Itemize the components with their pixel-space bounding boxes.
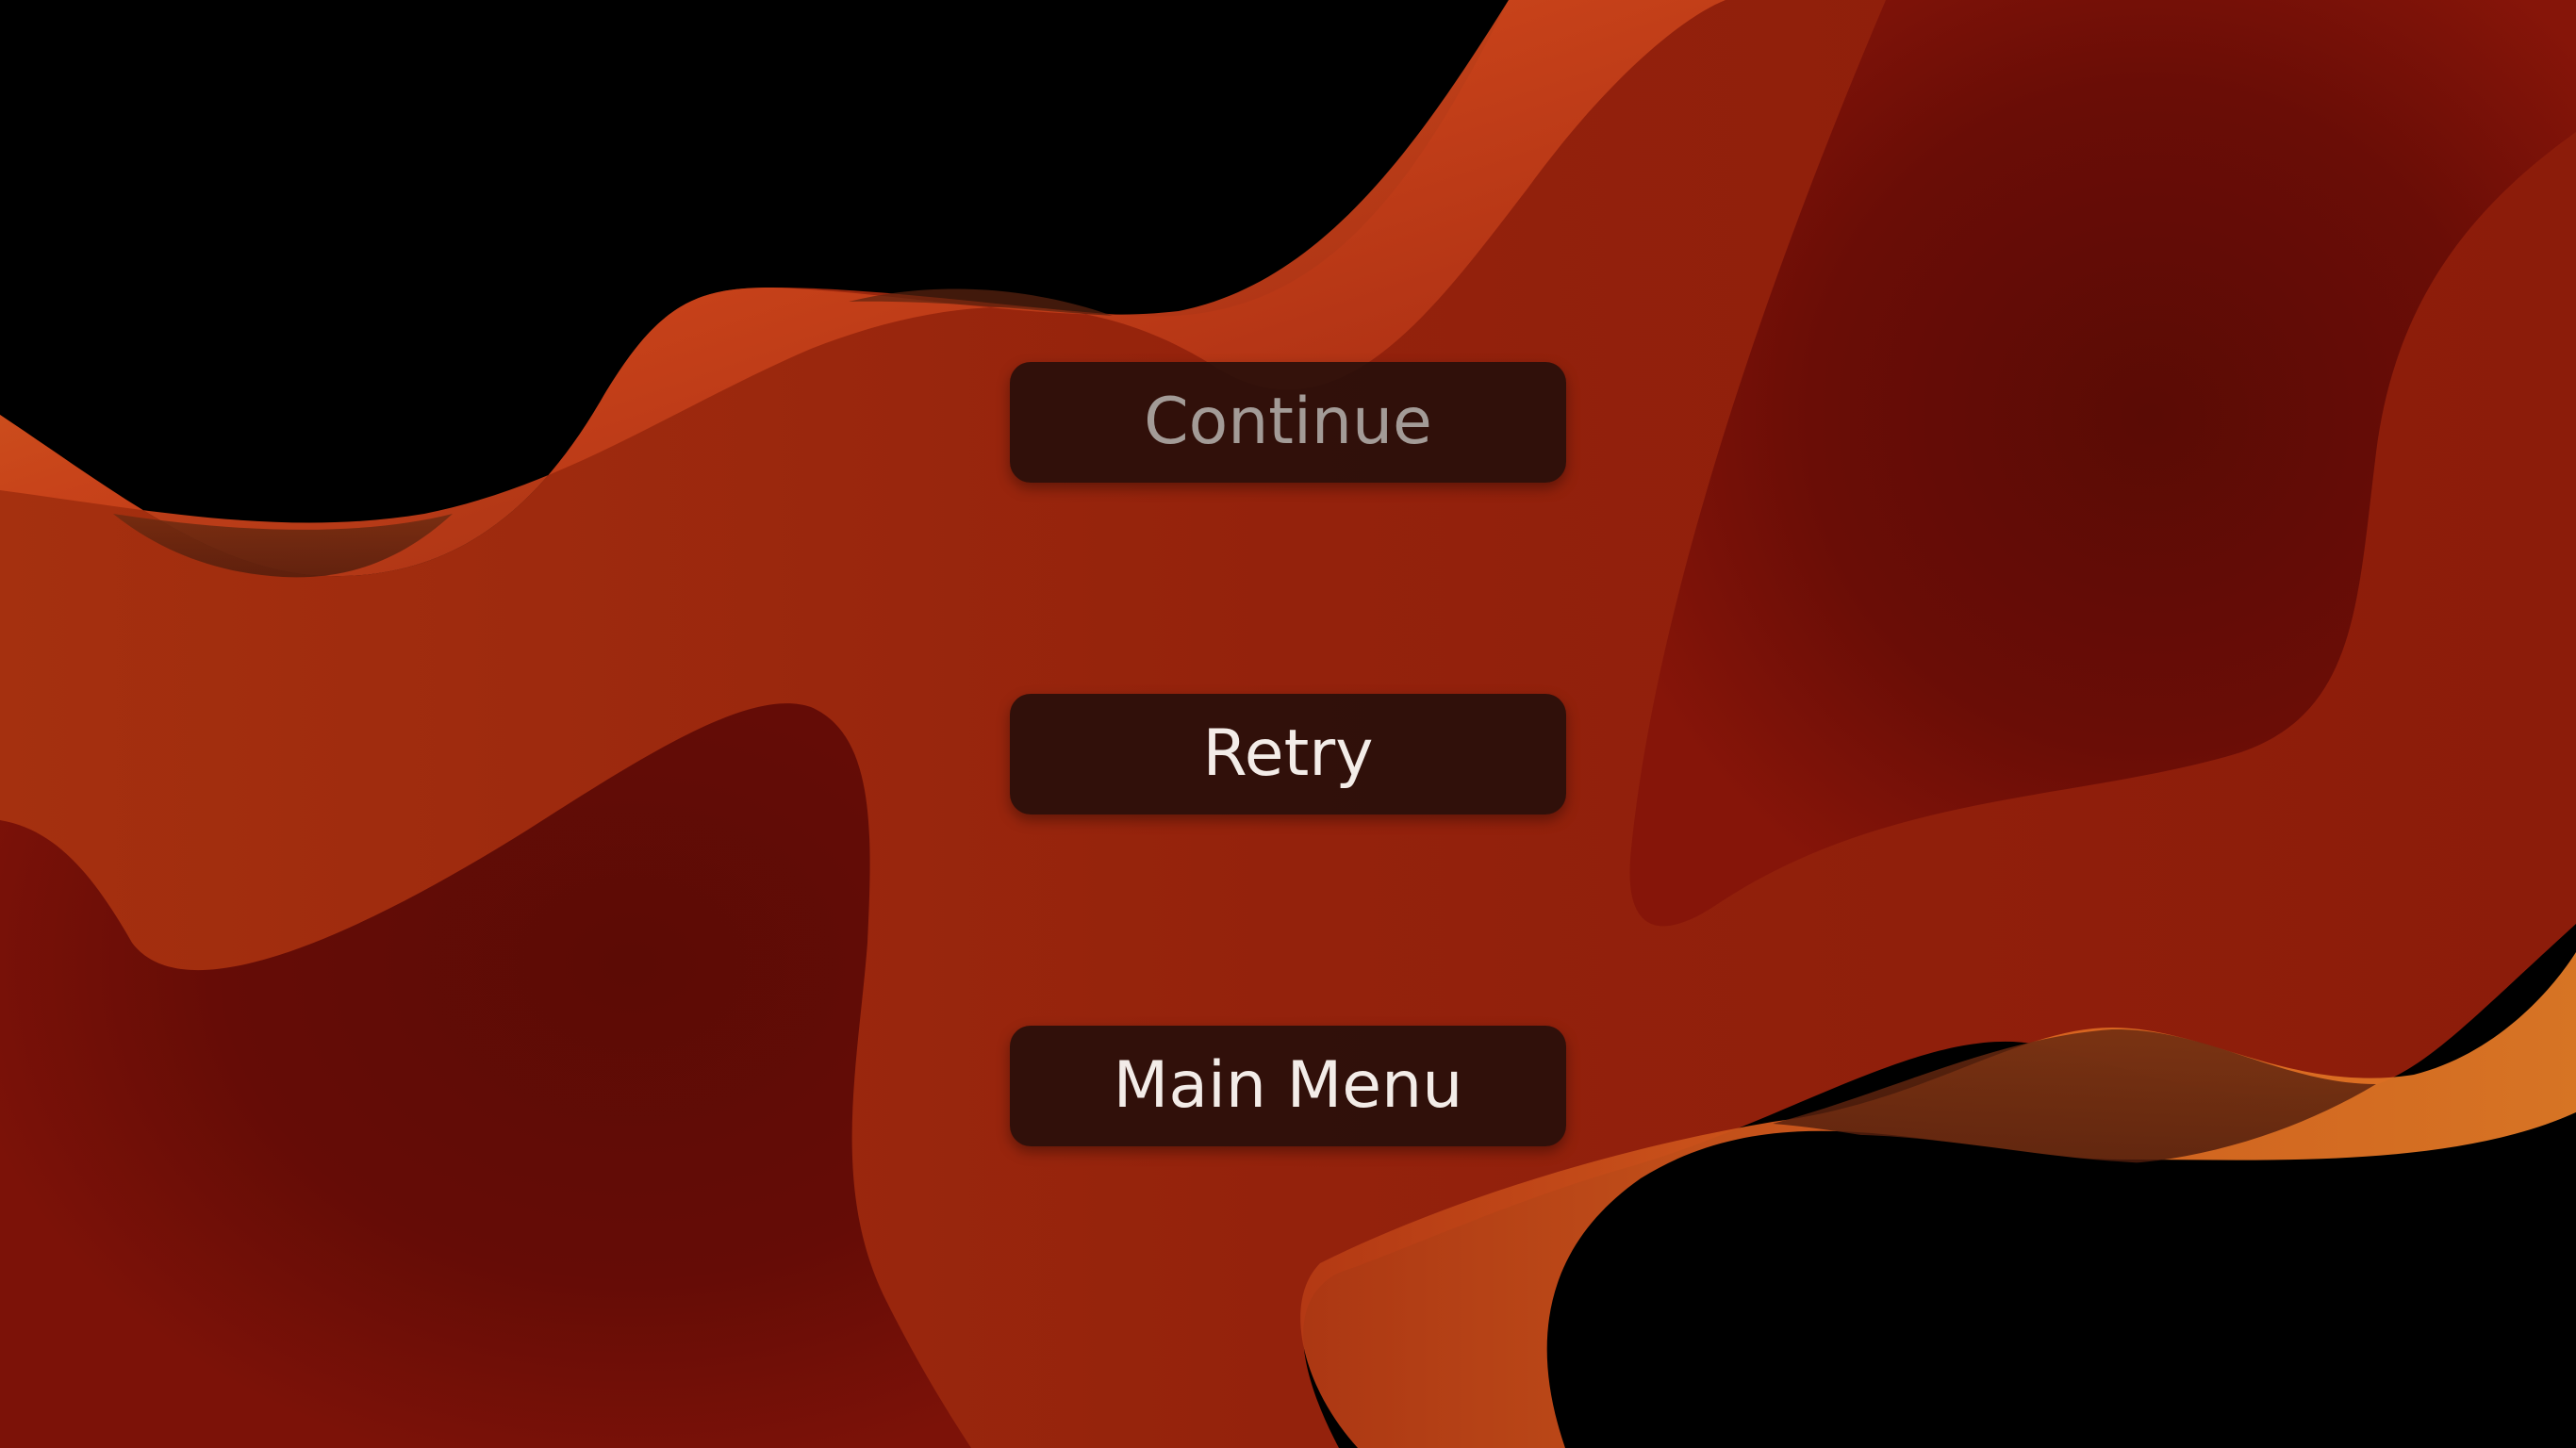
continue-button[interactable]: Continue: [1010, 362, 1566, 483]
retry-label: Retry: [1202, 716, 1374, 791]
retry-button[interactable]: Retry: [1010, 694, 1566, 814]
main-menu-button[interactable]: Main Menu: [1010, 1026, 1566, 1146]
pause-menu-screen: Continue Retry Main Menu: [0, 0, 2576, 1448]
pause-menu: Continue Retry Main Menu: [0, 0, 2576, 1448]
main-menu-label: Main Menu: [1113, 1048, 1463, 1123]
continue-label: Continue: [1144, 385, 1432, 459]
